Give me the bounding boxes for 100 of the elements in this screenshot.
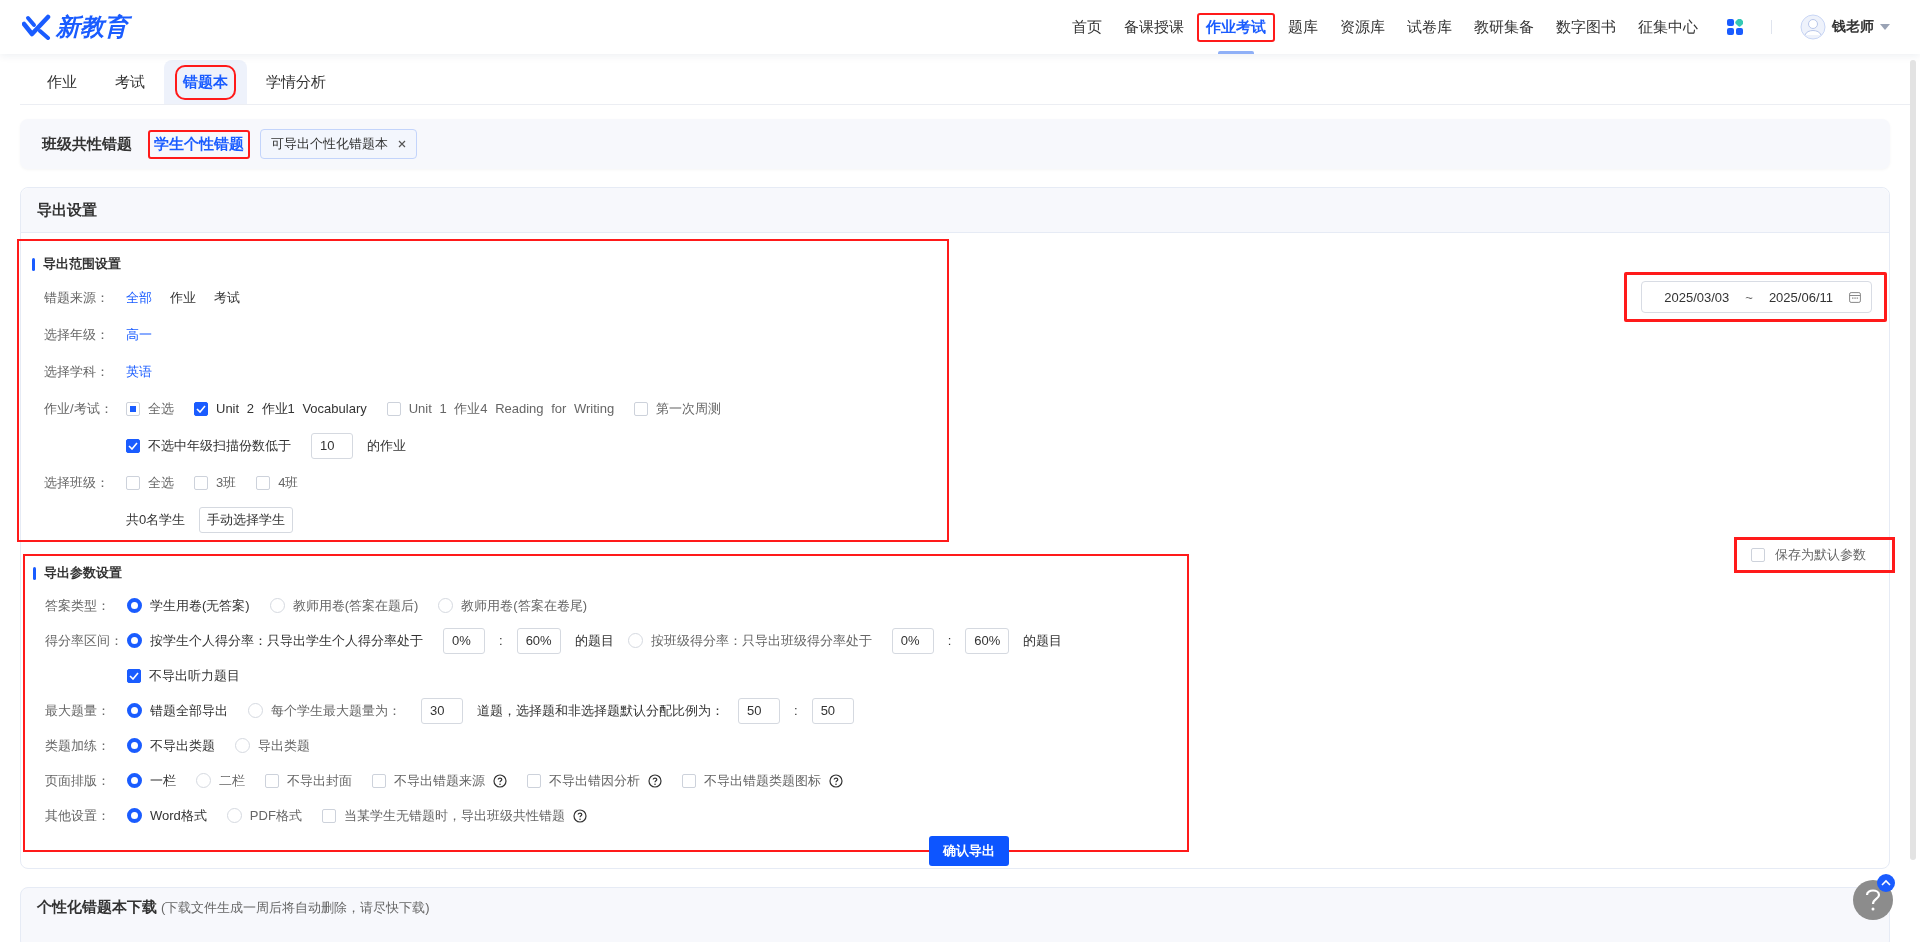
confirm-export-button[interactable]: 确认导出 (929, 836, 1009, 866)
radio-button[interactable] (127, 598, 142, 613)
input-field[interactable]: 60% (516, 627, 561, 654)
card-title: 个性化错题本下载 (37, 898, 157, 917)
checkbox[interactable] (127, 668, 141, 683)
filter-option[interactable]: 作业 (170, 288, 196, 307)
radio-label[interactable]: 一栏 (150, 771, 176, 790)
checkbox-label[interactable]: Unit 1 作业4 Reading for Writing (408, 399, 615, 418)
radio-button[interactable] (127, 773, 142, 788)
active-indicator (1218, 51, 1254, 54)
tab[interactable]: 学情分析 (247, 60, 345, 104)
radio-label[interactable]: 二栏 (219, 771, 245, 790)
input-field[interactable]: 50 (738, 697, 780, 724)
nav-item[interactable]: 征集中心 (1629, 12, 1707, 42)
close-icon[interactable] (398, 140, 406, 148)
nav-item[interactable]: 试卷库 (1398, 12, 1461, 42)
question-mark-icon[interactable] (1864, 888, 1882, 912)
input-field[interactable]: 30 (421, 697, 463, 724)
start-date[interactable]: 2025/03/03 (1664, 289, 1730, 305)
section-marker (32, 257, 35, 271)
checkbox-label[interactable]: 不导出错题来源 (394, 771, 485, 790)
checkbox-label[interactable]: 3班 (216, 473, 237, 492)
end-date[interactable]: 2025/06/11 (1768, 289, 1833, 305)
nav-item[interactable]: 教研集备 (1465, 12, 1543, 42)
inline-text: 道题，选择题和非选择题默认分配比例为： (477, 701, 724, 720)
radio-label[interactable]: 错题全部导出 (150, 701, 228, 720)
apps-icon[interactable] (1727, 19, 1743, 35)
input-field[interactable]: 0% (891, 627, 934, 654)
radio-label[interactable]: 教师用卷(答案在题后) (292, 596, 419, 615)
checkbox-label[interactable]: 不选中年级扫描份数低于 (148, 436, 291, 455)
checkbox-label[interactable]: 第一次周测 (656, 399, 722, 418)
radio-label[interactable]: 按班级得分率：只导出班级得分率处于 (650, 631, 872, 650)
help-icon[interactable] (648, 773, 662, 788)
filter-option[interactable]: 高一 (126, 325, 152, 344)
subtab[interactable]: 学生个性错题 (148, 129, 250, 159)
checkbox-label[interactable]: 当某学生无错题时，导出班级共性错题 (343, 806, 565, 825)
radio-label[interactable]: PDF格式 (249, 806, 302, 825)
help-icon[interactable] (493, 773, 507, 788)
checkbox[interactable] (126, 438, 140, 453)
scrollbar[interactable] (1910, 60, 1916, 860)
input-field[interactable]: 0% (443, 627, 485, 654)
scroll-up-icon[interactable] (1877, 874, 1895, 892)
radio-label[interactable]: 每个学生最大题量为： (271, 701, 401, 720)
date-range-field[interactable]: 2025/03/03 ~ 2025/06/11 (1641, 281, 1872, 313)
field-label: 选择学科： (43, 362, 110, 381)
field-label: 得分率区间： (44, 631, 124, 650)
filter-option[interactable]: 考试 (214, 288, 240, 307)
checkbox-label[interactable]: 不导出封面 (287, 771, 352, 790)
checkbox-label[interactable]: 全选 (148, 473, 174, 492)
field-label: 选择班级： (43, 473, 110, 492)
radio-button[interactable] (127, 633, 142, 648)
checkbox-label[interactable]: 4班 (278, 473, 299, 492)
field-label: 作业/考试： (43, 399, 114, 418)
help-icon[interactable] (829, 773, 843, 788)
nav-item[interactable]: 备课授课 (1115, 12, 1193, 42)
tab[interactable]: 考试 (96, 60, 164, 104)
nav-item[interactable]: 作业考试 (1197, 12, 1275, 42)
avatar-icon[interactable] (1800, 14, 1826, 40)
checkbox[interactable] (194, 401, 208, 416)
field-label: 错题来源： (43, 288, 110, 307)
user-name[interactable]: 钱老师 (1832, 18, 1874, 36)
inline-text: 的题目 (574, 631, 614, 650)
subtab[interactable]: 班级共性错题 (36, 129, 138, 159)
checkbox-label[interactable]: 不导出错因分析 (549, 771, 640, 790)
filter-option[interactable]: 全部 (126, 288, 152, 307)
radio-label[interactable]: 教师用卷(答案在卷尾) (461, 596, 587, 615)
nav-item[interactable]: 数字图书 (1547, 12, 1625, 42)
field-label: 答案类型： (44, 596, 111, 615)
help-icon[interactable] (572, 808, 587, 823)
checkbox-label[interactable]: Unit 2 作业1 Vocabulary (216, 399, 367, 418)
nav-item[interactable]: 题库 (1279, 12, 1327, 42)
checkbox-label[interactable]: 保存为默认参数 (1775, 546, 1866, 564)
radio-label[interactable]: 导出类题 (258, 736, 310, 755)
tab[interactable]: 作业 (28, 60, 96, 104)
radio-label[interactable]: 按学生个人得分率：只导出学生个人得分率处于 (150, 631, 423, 650)
radio-button[interactable] (127, 738, 142, 753)
section-title: 导出范围设置 (43, 255, 121, 273)
radio-label[interactable]: Word格式 (150, 806, 207, 825)
radio-button[interactable] (127, 703, 142, 718)
field-label: 选择年级： (43, 325, 110, 344)
filter-option[interactable]: 英语 (126, 362, 152, 381)
logo-icon (22, 14, 52, 40)
nav-item[interactable]: 资源库 (1331, 12, 1394, 42)
input-field[interactable]: 50 (811, 697, 854, 724)
radio-label[interactable]: 不导出类题 (150, 736, 215, 755)
checkbox-label[interactable]: 全选 (148, 399, 174, 418)
inline-text: 的题目 (1023, 631, 1063, 650)
input-field[interactable]: 10 (311, 432, 353, 459)
calendar-icon[interactable] (1849, 291, 1861, 303)
caret-icon[interactable] (1880, 24, 1890, 30)
nav-item[interactable]: 首页 (1063, 12, 1111, 42)
input-field[interactable]: 60% (965, 627, 1010, 654)
radio-button[interactable] (127, 808, 142, 823)
hint-text: 可导出个性化错题本 (271, 135, 388, 153)
checkbox-label[interactable]: 不导出错题类题图标 (704, 771, 821, 790)
tab[interactable]: 错题本 (164, 60, 247, 104)
radio-label[interactable]: 学生用卷(无答案) (150, 596, 250, 615)
checkbox-label[interactable]: 不导出听力题目 (149, 666, 240, 685)
select-students-button[interactable]: 手动选择学生 (199, 506, 294, 533)
section-title: 导出参数设置 (44, 564, 122, 582)
